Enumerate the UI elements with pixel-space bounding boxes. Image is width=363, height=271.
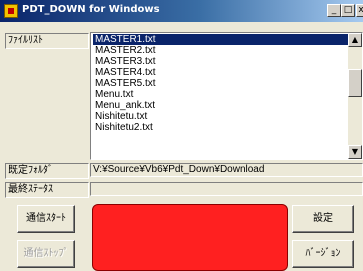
file-list-items: MASTER1.txt MASTER2.txt MASTER3.txt MASTER4… <box>93 34 348 133</box>
list-item[interactable]: MASTER1.txt <box>93 34 348 45</box>
list-item[interactable]: Menu_ank.txt <box>93 100 348 111</box>
list-item[interactable]: MASTER2.txt <box>93 45 348 56</box>
stop-communication-button[interactable]: 通信ｽﾄｯﾌﾟ <box>17 240 75 268</box>
settings-button[interactable]: 設定 <box>292 205 354 233</box>
minimize-button[interactable]: _ <box>327 4 341 17</box>
version-button[interactable]: ﾊﾞｰｼﾞｮﾝ <box>292 240 354 268</box>
maximize-button[interactable]: □ <box>341 4 355 17</box>
main-window: PDT_DOWN for Windows _ □ x ﾌｧｲﾙﾘｽﾄ MASTE… <box>0 0 363 271</box>
final-status-field <box>90 182 363 196</box>
list-item[interactable]: MASTER3.txt <box>93 56 348 67</box>
start-communication-button[interactable]: 通信ｽﾀｰﾄ <box>17 205 75 233</box>
list-item[interactable]: Nishitetu2.txt <box>93 122 348 133</box>
window-title: PDT_DOWN for Windows <box>22 4 160 15</box>
default-folder-field[interactable]: V:¥Source¥Vb6¥Pdt_Down¥Download <box>90 163 363 177</box>
app-icon <box>4 4 18 18</box>
file-list-scrollbar[interactable]: ▲ ▼ <box>348 33 362 159</box>
scroll-down-arrow-icon[interactable]: ▼ <box>348 145 362 159</box>
scroll-thumb[interactable] <box>348 69 362 97</box>
status-indicator <box>92 204 288 271</box>
file-listbox[interactable]: MASTER1.txt MASTER2.txt MASTER3.txt MASTER4… <box>90 32 363 160</box>
scroll-up-arrow-icon[interactable]: ▲ <box>348 33 362 47</box>
final-status-label: 最終ｽﾃｰﾀｽ <box>5 182 89 198</box>
close-button[interactable]: x <box>356 4 363 17</box>
default-folder-label: 既定ﾌｫﾙﾀﾞ <box>5 163 89 179</box>
list-item[interactable]: Nishitetu.txt <box>93 111 348 122</box>
file-list-label: ﾌｧｲﾙﾘｽﾄ <box>5 33 89 49</box>
list-item[interactable]: MASTER5.txt <box>93 78 348 89</box>
list-item[interactable]: MASTER4.txt <box>93 67 348 78</box>
list-item[interactable]: Menu.txt <box>93 89 348 100</box>
title-bar[interactable]: PDT_DOWN for Windows _ □ x <box>0 0 363 22</box>
